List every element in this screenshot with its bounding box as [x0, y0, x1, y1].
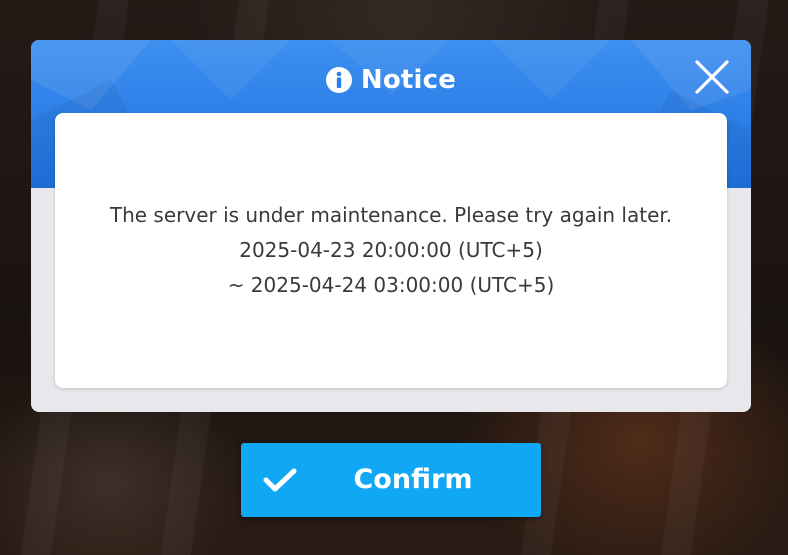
maintenance-message: The server is under maintenance. Please …: [109, 203, 673, 227]
confirm-button[interactable]: Confirm: [241, 443, 541, 517]
message-panel: The server is under maintenance. Please …: [55, 113, 727, 388]
close-button[interactable]: [693, 58, 731, 96]
close-icon: [695, 60, 729, 94]
maintenance-start-time: 2025-04-23 20:00:00 (UTC+5): [239, 238, 543, 262]
notice-dialog: Notice The server is under maintenance. …: [31, 40, 751, 412]
info-icon: [325, 67, 352, 93]
maintenance-end-time: ~ 2025-04-24 03:00:00 (UTC+5): [227, 273, 555, 297]
confirm-button-label: Confirm: [353, 464, 473, 495]
dialog-title: Notice: [360, 65, 457, 95]
dialog-title-row: Notice: [31, 62, 751, 98]
